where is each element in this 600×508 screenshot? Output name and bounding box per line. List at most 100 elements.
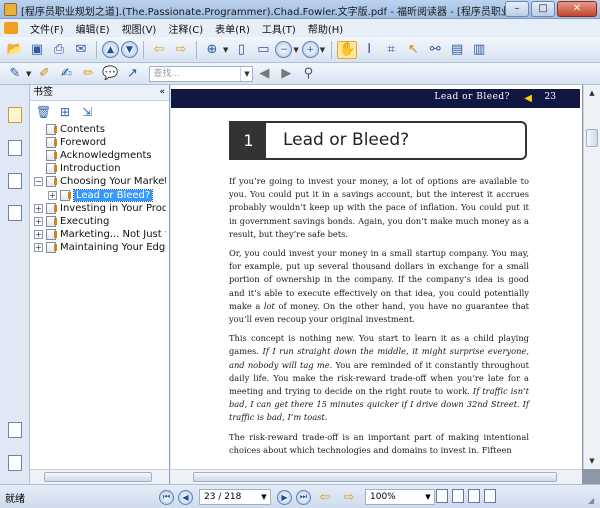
menu-help[interactable]: 帮助(H) — [302, 21, 349, 36]
search-input[interactable]: 查找... ▼ — [149, 65, 254, 82]
app-icon — [4, 3, 17, 16]
comments-list-icon[interactable] — [8, 422, 22, 438]
bookmark-item[interactable]: + Lead or Bleed? — [48, 188, 154, 202]
menu-view[interactable]: 视图(V) — [116, 21, 163, 36]
search-dropdown-icon[interactable]: ▼ — [240, 66, 252, 81]
bookmark-options-icon[interactable]: ⇲ — [80, 105, 94, 119]
continuous-facing-icon[interactable] — [484, 489, 496, 503]
typewriter-dropdown-icon[interactable]: ▼ — [26, 70, 31, 78]
bookmark-item[interactable]: + Marketing... Not Just for S — [34, 228, 166, 241]
bookmark-expander-icon[interactable]: + — [34, 216, 43, 226]
single-page-icon[interactable] — [436, 489, 448, 503]
resize-grip-icon[interactable]: ◢ — [588, 496, 598, 506]
email-icon[interactable]: ✉ — [71, 41, 91, 59]
bookmark-item[interactable]: + Investing in Your Product — [34, 202, 166, 215]
select-arrow-icon[interactable]: ↖ — [403, 41, 423, 59]
scroll-down-icon[interactable]: ▼ — [585, 454, 599, 468]
menu-form[interactable]: 表单(R) — [209, 21, 256, 36]
document-hscroll-thumb[interactable] — [193, 472, 557, 482]
save-icon[interactable]: ▣ — [27, 41, 47, 59]
document-vertical-scrollbar[interactable]: ▲ ▼ — [583, 85, 600, 469]
typewriter-icon[interactable]: ✎ — [5, 65, 25, 83]
next-page-icon[interactable]: ▼ — [121, 41, 138, 58]
find-next-icon[interactable]: ▶ — [276, 65, 296, 83]
bookmark-expander-icon[interactable]: − — [34, 177, 43, 187]
fit-width-icon[interactable]: ▭ — [253, 41, 273, 59]
running-head-arrow-icon: ◀ — [524, 93, 532, 104]
bookmarks-tab-icon[interactable] — [8, 107, 22, 123]
page-number-input[interactable]: 23 / 218 ▼ — [199, 489, 271, 505]
bookmark-item[interactable]: + Executing — [34, 215, 109, 228]
search-options-icon[interactable]: ⚲ — [298, 65, 318, 83]
comment-icon[interactable]: 💬 — [100, 65, 120, 83]
continuous-page-icon[interactable] — [452, 489, 464, 503]
bookmark-item[interactable]: Introduction — [34, 162, 121, 175]
layers-tab-icon[interactable] — [8, 205, 22, 221]
text-select-icon[interactable]: Ⅰ — [359, 41, 379, 59]
fit-page-icon[interactable]: ▯ — [231, 41, 251, 59]
zoom-plus-dropdown-icon[interactable]: ▼ — [320, 46, 325, 54]
add-bookmark-icon[interactable]: ⊞ — [58, 105, 72, 119]
bookmark-label: Marketing... Not Just for S — [60, 228, 166, 240]
next-page-status-icon[interactable]: ▶ — [277, 489, 292, 505]
binoculars-icon[interactable]: ⚯ — [425, 41, 445, 59]
zoom-plus-icon[interactable]: + — [301, 41, 319, 58]
history-back-icon[interactable]: ⇦ — [315, 488, 335, 506]
bookmark-expander-icon[interactable]: + — [48, 190, 57, 200]
zoom-dropdown-icon[interactable]: ▼ — [223, 46, 228, 54]
zoom-level-select[interactable]: 100% ▼ — [365, 489, 435, 505]
delete-bookmark-icon[interactable]: 🗑 — [36, 105, 51, 119]
zoom-in-icon[interactable]: ⊕ — [202, 41, 222, 59]
facing-page-icon[interactable] — [468, 489, 480, 503]
menu-tools[interactable]: 工具(T) — [256, 21, 302, 36]
pages-tab-icon[interactable] — [8, 140, 22, 156]
bookmark-item[interactable]: Contents — [34, 123, 105, 136]
note-icon[interactable]: ✍ — [56, 65, 76, 83]
reflow-icon[interactable]: ▥ — [469, 41, 489, 59]
prev-page-icon[interactable]: ◀ — [178, 489, 193, 505]
bookmark-item[interactable]: + Maintaining Your Edge — [34, 241, 166, 254]
first-page-icon[interactable]: ⏮ — [159, 489, 174, 505]
menu-comment[interactable]: 注释(C) — [162, 21, 209, 36]
zoom-level-dropdown-icon[interactable]: ▼ — [422, 490, 434, 504]
bookmark-item[interactable]: Foreword — [34, 136, 106, 149]
snapshot-icon[interactable]: ⌗ — [381, 41, 401, 59]
arrow-annotation-icon[interactable]: ↗ — [122, 65, 142, 83]
pencil-icon[interactable]: ✏ — [78, 65, 98, 83]
annotations-tab-icon[interactable] — [8, 173, 22, 189]
bookmark-item[interactable]: − Choosing Your Market — [34, 175, 166, 188]
menu-edit[interactable]: 编辑(E) — [70, 21, 116, 36]
open-folder-icon[interactable]: 📂 — [5, 41, 25, 59]
collapse-panel-icon[interactable]: « — [159, 85, 165, 100]
pdf-page[interactable]: Lead or Bleed? ◀ 23 1 Lead or Bleed? If … — [171, 85, 582, 469]
zoom-out-dropdown-icon[interactable]: ▼ — [293, 46, 298, 54]
panel-scroll-thumb[interactable] — [44, 472, 152, 482]
menu-file[interactable]: 文件(F) — [24, 21, 70, 36]
bookmark-expander-icon[interactable]: + — [34, 242, 43, 252]
maximize-button[interactable]: □ — [531, 1, 555, 17]
last-page-icon[interactable]: ⏭ — [296, 489, 311, 505]
page-dropdown-icon[interactable]: ▼ — [258, 490, 270, 504]
highlight-icon[interactable]: ✐ — [34, 65, 54, 83]
back-arrow-icon[interactable]: ⇦ — [149, 41, 169, 59]
bookmark-expander-icon[interactable]: + — [34, 203, 43, 213]
previous-page-icon[interactable]: ▲ — [102, 41, 119, 58]
print-icon[interactable]: ⎙ — [49, 41, 69, 59]
minimize-button[interactable]: – — [505, 1, 529, 17]
zoom-out-icon[interactable]: − — [275, 41, 293, 58]
bookmark-item[interactable]: Acknowledgments — [34, 149, 152, 162]
attachments-icon[interactable] — [8, 455, 22, 471]
bookmark-expander-icon[interactable]: + — [34, 229, 43, 239]
forward-arrow-icon[interactable]: ⇨ — [171, 41, 191, 59]
document-menu-icon[interactable] — [4, 22, 18, 34]
bookmark-icon — [46, 150, 57, 162]
document-scroll-thumb[interactable] — [586, 129, 598, 147]
close-button[interactable]: ✕ — [557, 1, 597, 17]
document-horizontal-scrollbar[interactable] — [171, 469, 582, 484]
panel-horizontal-scrollbar[interactable] — [30, 469, 169, 484]
find-previous-icon[interactable]: ◀ — [254, 65, 274, 83]
text-viewer-icon[interactable]: ▤ — [447, 41, 467, 59]
scroll-up-icon[interactable]: ▲ — [585, 86, 599, 100]
hand-tool-icon[interactable]: ✋ — [337, 40, 358, 59]
history-forward-icon[interactable]: ⇨ — [339, 488, 359, 506]
